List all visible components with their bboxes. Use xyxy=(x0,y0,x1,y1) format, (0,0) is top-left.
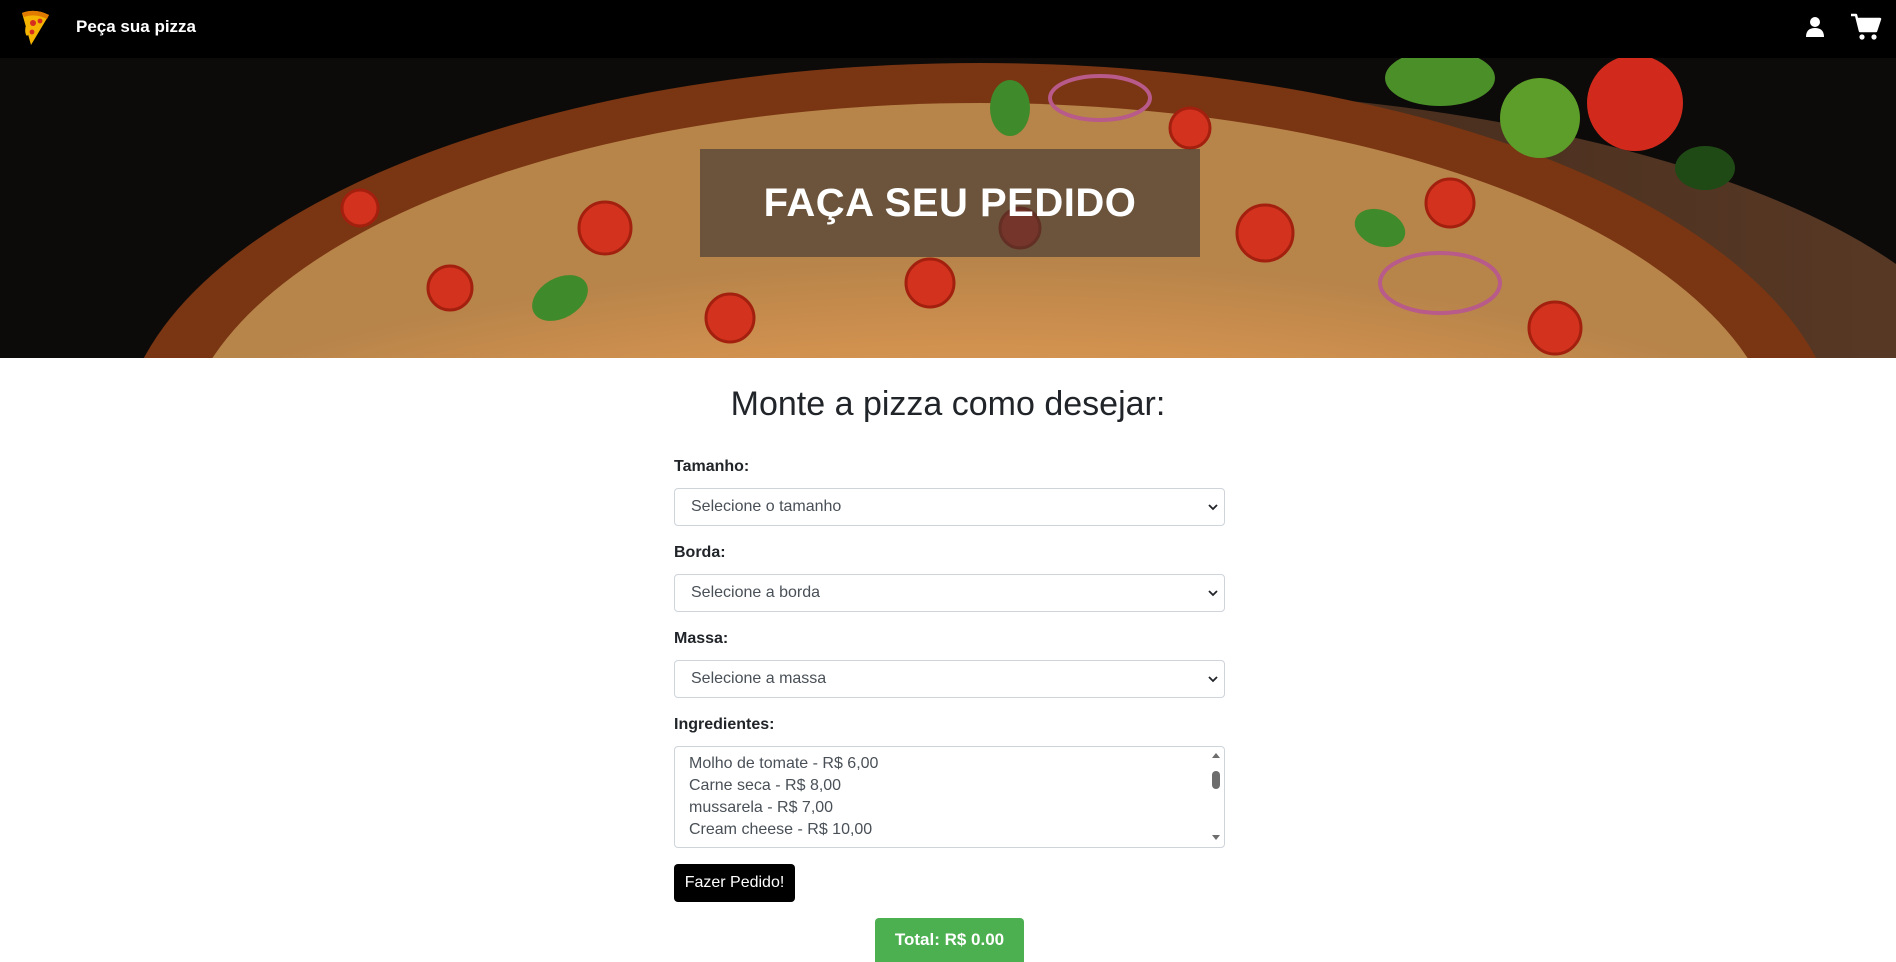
ingredients-listbox[interactable]: Molho de tomate - R$ 6,00 Carne seca - R… xyxy=(674,746,1225,848)
chevron-down-icon xyxy=(1208,504,1218,511)
hero-title: FAÇA SEU PEDIDO xyxy=(763,180,1137,225)
navbar: Peça sua pizza xyxy=(0,0,1896,58)
size-select[interactable]: Selecione o tamanho xyxy=(674,488,1225,526)
ingredient-option[interactable]: Molho de tomate - R$ 6,00 xyxy=(689,755,878,773)
user-icon[interactable] xyxy=(1804,16,1826,38)
dough-select[interactable]: Selecione a massa xyxy=(674,660,1225,698)
shopping-cart-icon[interactable] xyxy=(1850,13,1882,41)
submit-order-button[interactable]: Fazer Pedido! xyxy=(674,864,795,902)
dough-select-value: Selecione a massa xyxy=(691,670,827,687)
scroll-thumb[interactable] xyxy=(1212,771,1220,789)
dough-label: Massa: xyxy=(674,630,729,647)
hero-banner: FAÇA SEU PEDIDO xyxy=(0,58,1896,358)
size-label: Tamanho: xyxy=(674,458,750,475)
crust-select-value: Selecione a borda xyxy=(691,584,820,601)
page-title: Monte a pizza como desejar: xyxy=(730,385,1166,423)
ingredient-option[interactable]: mussarela - R$ 7,00 xyxy=(689,799,833,817)
scroll-down-icon[interactable] xyxy=(1212,833,1220,841)
chevron-down-icon xyxy=(1208,590,1218,597)
hero-title-box: FAÇA SEU PEDIDO xyxy=(700,149,1200,257)
size-select-value: Selecione o tamanho xyxy=(691,498,842,515)
ingredients-label: Ingredientes: xyxy=(674,716,775,733)
scroll-up-icon[interactable] xyxy=(1212,752,1220,760)
ingredient-option[interactable]: Carne seca - R$ 8,00 xyxy=(689,777,841,795)
pizza-slice-icon[interactable] xyxy=(19,9,51,47)
crust-select[interactable]: Selecione a borda xyxy=(674,574,1225,612)
listbox-scrollbar[interactable] xyxy=(1210,749,1222,845)
ingredient-option[interactable]: Cream cheese - R$ 10,00 xyxy=(689,821,872,839)
crust-label: Borda: xyxy=(674,544,726,561)
total-badge: Total: R$ 0.00 xyxy=(875,918,1024,962)
chevron-down-icon xyxy=(1208,676,1218,683)
brand-name[interactable]: Peça sua pizza xyxy=(76,17,196,37)
